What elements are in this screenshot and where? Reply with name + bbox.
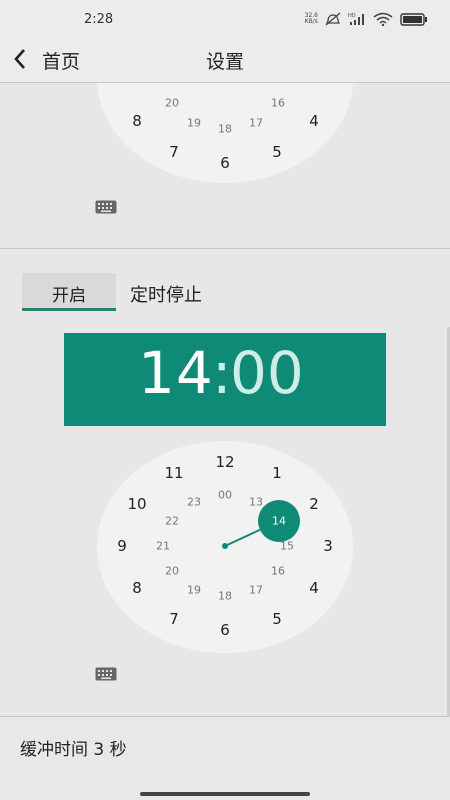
clock-number-inner[interactable]: 19 <box>187 117 201 130</box>
net-speed-unit: KB/s <box>304 18 318 25</box>
clock-number[interactable]: 6 <box>220 621 230 639</box>
clock-number[interactable]: 8 <box>132 579 142 597</box>
page-title: 设置 <box>205 51 244 73</box>
buffer-time-label[interactable]: 缓冲时间 3 秒 <box>20 735 127 760</box>
clock-number[interactable]: 1 <box>272 464 282 482</box>
timer-stop-section: 开启 定时停止 14 : 00 12 1 2 3 4 5 6 7 8 9 10 … <box>0 249 450 717</box>
svg-text:HD: HD <box>348 13 356 19</box>
clock-number[interactable]: 8 <box>132 112 142 130</box>
wifi-icon <box>373 12 393 26</box>
clock-number-inner[interactable]: 22 <box>165 515 179 528</box>
clock-number-inner[interactable]: 00 <box>218 489 232 502</box>
keyboard-icon[interactable] <box>95 200 117 214</box>
clock-number-inner[interactable]: 23 <box>187 496 201 509</box>
clock-number[interactable]: 5 <box>272 143 282 161</box>
clock-number-inner[interactable]: 13 <box>249 496 263 509</box>
clock-number-inner[interactable]: 20 <box>165 97 179 110</box>
clock-number[interactable]: 7 <box>169 143 179 161</box>
keyboard-icon[interactable] <box>95 667 117 681</box>
clock-number-inner[interactable]: 15 <box>280 540 294 553</box>
clock-number-inner[interactable]: 18 <box>218 123 232 136</box>
app-bar: 首页 设置 <box>0 38 450 83</box>
net-speed-icon: 32.6 KB/s <box>305 13 318 25</box>
clock-number-inner[interactable]: 21 <box>156 540 170 553</box>
mute-icon <box>325 12 341 26</box>
clock-number[interactable]: 2 <box>309 495 319 513</box>
gesture-bar[interactable] <box>140 792 310 796</box>
clock-number-inner[interactable]: 16 <box>271 97 285 110</box>
clock-number[interactable]: 4 <box>309 579 319 597</box>
first-time-picker-section: 8 7 6 5 4 20 19 18 17 16 <box>0 83 450 249</box>
battery-icon <box>400 12 427 26</box>
clock-number[interactable]: 6 <box>220 154 230 172</box>
clock-number-inner[interactable]: 19 <box>187 584 201 597</box>
selected-hour-label[interactable]: 14 <box>272 515 286 528</box>
clock-number-inner[interactable]: 18 <box>218 590 232 603</box>
clock-number[interactable]: 5 <box>272 610 282 628</box>
clock-number[interactable]: 9 <box>117 537 127 555</box>
clock-number[interactable]: 11 <box>164 464 183 482</box>
status-time: 2:28 <box>84 12 114 27</box>
clock-number-inner[interactable]: 17 <box>249 584 263 597</box>
clock-number[interactable]: 3 <box>323 537 333 555</box>
clock-number[interactable]: 4 <box>309 112 319 130</box>
status-bar: 2:28 32.6 KB/s HD <box>0 0 450 38</box>
clock-hand <box>222 500 300 549</box>
clock-number[interactable]: 10 <box>127 495 146 513</box>
clock-number[interactable]: 7 <box>169 610 179 628</box>
clock-number-inner[interactable]: 20 <box>165 565 179 578</box>
clock-number-inner[interactable]: 16 <box>271 565 285 578</box>
clock-number-inner[interactable]: 17 <box>249 117 263 130</box>
hd-signal-icon: HD <box>348 13 364 25</box>
clock-number[interactable]: 12 <box>215 453 234 471</box>
